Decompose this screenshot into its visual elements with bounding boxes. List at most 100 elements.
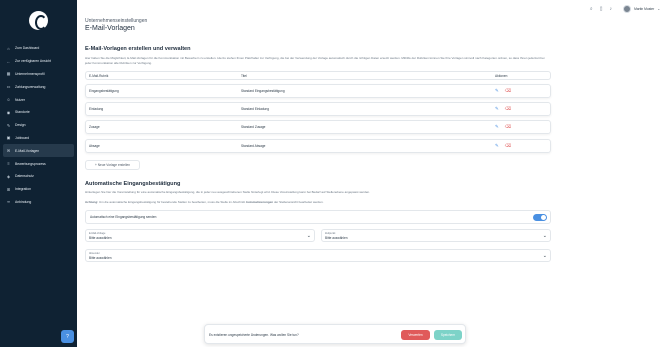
sidebar-item-back[interactable]: ← Zur verfügbaren Ansicht bbox=[0, 55, 77, 68]
email-template-select[interactable]: E-Mail-Vorlage Bitte auswählen ⌄ bbox=[85, 229, 315, 242]
sidebar-item-users[interactable]: ☺ Nutzer bbox=[0, 93, 77, 106]
row-actions: ✎ ⌫ bbox=[495, 88, 511, 94]
bell-icon[interactable]: ♪ bbox=[610, 6, 613, 12]
save-button[interactable]: Speichern bbox=[434, 330, 462, 340]
discard-button[interactable]: Verwerfen bbox=[401, 330, 430, 340]
select-label: Absender bbox=[89, 252, 100, 255]
topbar-actions: ⌕ ▯ ♪ bbox=[590, 6, 612, 12]
table-row: Eingangsbestätigung Standard Eingangsbes… bbox=[85, 84, 551, 98]
warning-label: Achtung: bbox=[85, 200, 99, 204]
table-row: Einladung Standard Einladung ✎ ⌫ bbox=[85, 102, 551, 116]
flow-icon: ≡ bbox=[7, 161, 10, 167]
home-icon: ⌂ bbox=[7, 45, 10, 51]
plug-icon: ⊞ bbox=[6, 186, 11, 192]
sidebar-item-payment[interactable]: ▭ Zahlungsverwaltung bbox=[0, 80, 77, 93]
chevron-down-icon: ⌄ bbox=[542, 253, 547, 259]
sidebar-item-label: Zum Dashboard bbox=[15, 46, 40, 51]
sidebar-item-label: Integration bbox=[15, 187, 32, 192]
sidebar-item-label: Datenschutz bbox=[15, 174, 34, 179]
table-row: Zusage Standard Zusage ✎ ⌫ bbox=[85, 120, 551, 134]
sidebar-item-design[interactable]: ✎ Design bbox=[0, 119, 77, 132]
sender-select[interactable]: Absender Bitte auswählen ⌄ bbox=[85, 249, 551, 262]
sidebar-item-label: E-Mail-Vorlagen bbox=[15, 148, 40, 153]
select-label: E-Mail-Vorlage bbox=[89, 232, 106, 235]
row-title: Standard Absage bbox=[241, 144, 266, 148]
sidebar-item-label: Zahlungsverwaltung bbox=[15, 84, 46, 89]
table-row: Absage Standard Absage ✎ ⌫ bbox=[85, 139, 551, 153]
document-icon[interactable]: ▯ bbox=[600, 6, 603, 12]
help-button[interactable]: ? bbox=[61, 330, 74, 343]
select-value: Bitte auswählen bbox=[89, 256, 112, 260]
users-icon: ☺ bbox=[6, 97, 11, 103]
sidebar-item-email-templates[interactable]: ✉ E-Mail-Vorlagen bbox=[3, 144, 74, 158]
row-rubric: Absage bbox=[89, 144, 100, 148]
sidebar-item-label: Anbindung bbox=[15, 199, 32, 204]
sidebar-item-locations[interactable]: ◉ Standorte bbox=[0, 106, 77, 119]
page-title: E-Mail-Vorlagen bbox=[85, 25, 135, 32]
trash-icon[interactable]: ⌫ bbox=[505, 143, 511, 149]
warning-text-end: der Stellenansicht bearbeitet werden. bbox=[273, 200, 324, 204]
breadcrumb: Unternehmenseinstellungen bbox=[85, 18, 148, 24]
trash-icon[interactable]: ⌫ bbox=[505, 106, 511, 112]
delay-select[interactable]: Zeitpunkt Bitte auswählen ⌄ bbox=[321, 229, 551, 242]
row-actions: ✎ ⌫ bbox=[495, 143, 511, 149]
section-title-auto-confirmation: Automatische Eingangsbestätigung bbox=[85, 181, 181, 187]
sidebar-item-label: Standorte bbox=[15, 110, 30, 115]
sidebar-item-application-process[interactable]: ≡ Bewerbungsprozess bbox=[0, 157, 77, 170]
link-icon: ∞ bbox=[7, 199, 10, 205]
unsaved-changes-bar: Es existieren ungespeicherte Änderungen.… bbox=[204, 324, 466, 344]
question-icon: ? bbox=[66, 333, 69, 340]
sidebar-item-label: Zur verfügbaren Ansicht bbox=[15, 59, 51, 64]
sidebar-item-label: Unternehmensprofil bbox=[15, 71, 45, 76]
credit-card-icon: ▭ bbox=[6, 84, 11, 90]
mail-icon: ✉ bbox=[6, 148, 11, 154]
trash-icon[interactable]: ⌫ bbox=[505, 88, 511, 94]
select-value: Bitte auswählen bbox=[89, 236, 112, 240]
edit-icon[interactable]: ✎ bbox=[495, 106, 499, 112]
section-title-templates: E-Mail-Vorlagen erstellen und verwalten bbox=[85, 46, 191, 52]
select-value: Bitte auswählen bbox=[325, 236, 348, 240]
edit-icon[interactable]: ✎ bbox=[495, 124, 499, 130]
sidebar-item-label: Jobboard bbox=[15, 135, 30, 140]
sidebar-item-jobboard[interactable]: ▣ Jobboard bbox=[0, 132, 77, 145]
sidebar-item-company-profile[interactable]: ▦ Unternehmensprofil bbox=[0, 68, 77, 81]
warning-note: Achtung: Um die automatische Eingangsbes… bbox=[85, 200, 551, 205]
row-title: Standard Zusage bbox=[241, 125, 266, 129]
sidebar-item-label: Design bbox=[15, 123, 26, 128]
row-title: Standard Eingangsbestätigung bbox=[241, 89, 285, 93]
unsaved-changes-message: Es existieren ungespeicherte Änderungen.… bbox=[209, 333, 299, 337]
warning-text: Um die automatische Eingangsbestätigung … bbox=[99, 200, 245, 204]
row-rubric: Zusage bbox=[89, 125, 100, 129]
sidebar-item-privacy[interactable]: ◈ Datenschutz bbox=[0, 170, 77, 183]
column-header-actions: Aktionen bbox=[495, 73, 508, 78]
user-name: Martin Muster bbox=[634, 7, 655, 11]
row-title: Standard Einladung bbox=[241, 107, 270, 111]
row-rubric: Einladung bbox=[89, 107, 104, 111]
sidebar-item-label: Bewerbungsprozess bbox=[15, 161, 46, 166]
building-icon: ▦ bbox=[6, 71, 11, 77]
column-header-title: Titel bbox=[241, 73, 247, 78]
section-description-auto-confirmation: Hinterlegen Sie hier die Voreinstellung … bbox=[85, 190, 371, 194]
user-menu[interactable]: Martin Muster ⌄ bbox=[623, 5, 660, 13]
sidebar-nav: ⌂ Zum Dashboard ← Zur verfügbaren Ansicht … bbox=[0, 42, 77, 208]
warning-section-name: Automatisierungen bbox=[245, 200, 274, 204]
sidebar-item-connection[interactable]: ∞ Anbindung bbox=[0, 196, 77, 209]
edit-icon[interactable]: ✎ bbox=[495, 88, 499, 94]
column-header-rubric: E-Mail-Rubrik bbox=[89, 73, 109, 78]
select-label: Zeitpunkt bbox=[325, 232, 336, 235]
trash-icon[interactable]: ⌫ bbox=[505, 124, 511, 130]
search-icon[interactable]: ⌕ bbox=[590, 6, 593, 12]
sidebar-item-integration[interactable]: ⊞ Integration bbox=[0, 183, 77, 196]
sidebar-item-dashboard[interactable]: ⌂ Zum Dashboard bbox=[0, 42, 77, 55]
toggle-label: Automatisch eine Eingangsbestätigung sen… bbox=[90, 215, 157, 219]
chevron-down-icon: ⌄ bbox=[542, 233, 547, 239]
section-description-templates: Hier haben Sie die Möglichkeit, E-Mail-V… bbox=[85, 56, 545, 65]
brush-icon: ✎ bbox=[6, 122, 11, 128]
logo-icon[interactable] bbox=[29, 11, 48, 30]
row-rubric: Eingangsbestätigung bbox=[89, 89, 119, 93]
auto-confirmation-toggle[interactable] bbox=[533, 214, 547, 221]
pin-icon: ◉ bbox=[6, 109, 11, 115]
new-template-button[interactable]: + Neue Vorlage erstellen bbox=[85, 160, 140, 170]
sidebar-item-label: Nutzer bbox=[15, 97, 25, 102]
edit-icon[interactable]: ✎ bbox=[495, 143, 499, 149]
